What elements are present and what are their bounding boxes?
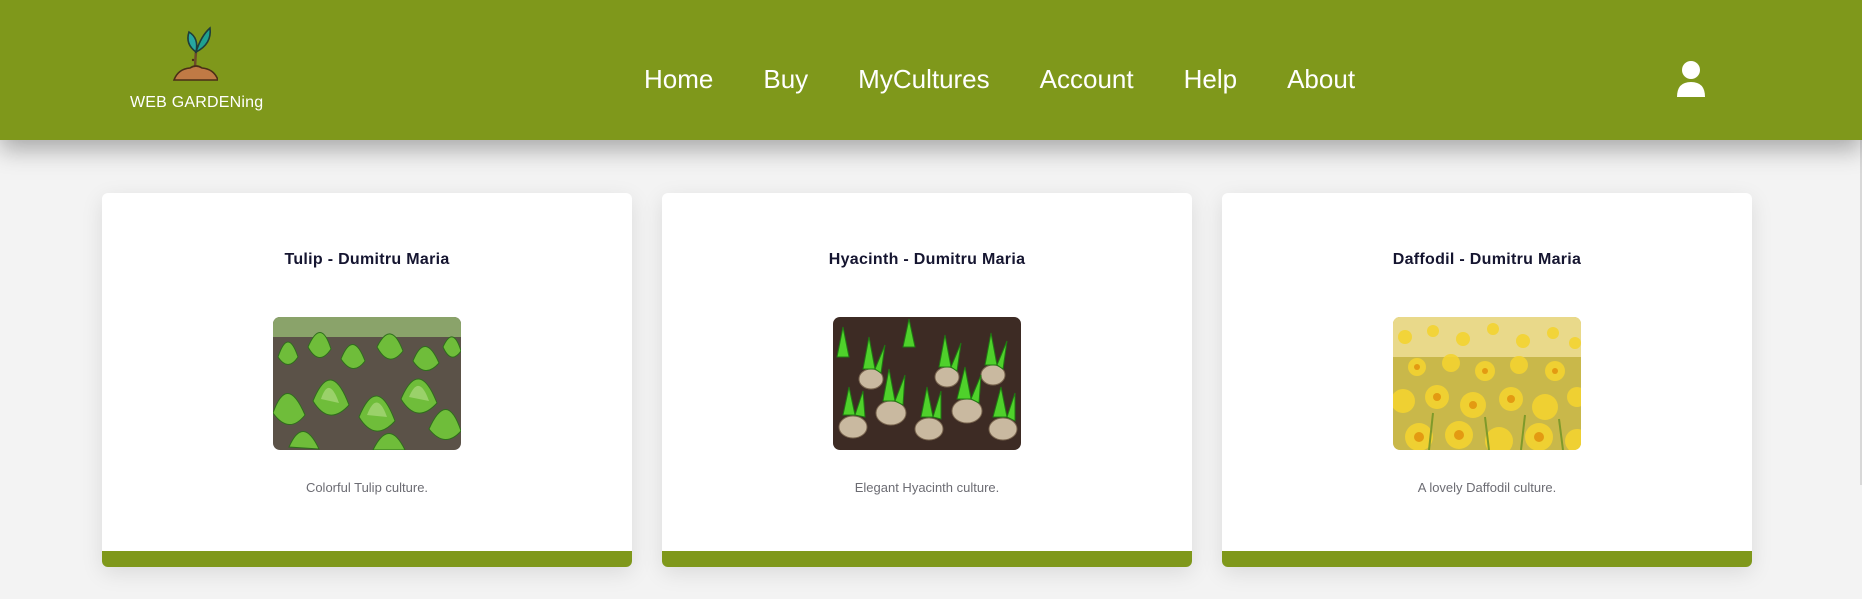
culture-description: Colorful Tulip culture. xyxy=(305,480,429,495)
culture-title: Tulip - Dumitru Maria xyxy=(284,251,450,268)
nav-mycultures[interactable]: MyCultures xyxy=(858,64,989,94)
user-account-button[interactable] xyxy=(1674,60,1708,98)
brand-logo-link[interactable]: WEB GARDENing xyxy=(130,22,264,138)
culture-card-daffodil[interactable]: Daffodil - Dumitru Maria A lovely Daffod… xyxy=(1222,193,1752,567)
culture-description: Elegant Hyacinth culture. xyxy=(854,480,1000,495)
brand-name: WEB GARDENing xyxy=(130,94,264,111)
culture-card-hyacinth[interactable]: Hyacinth - Dumitru Maria Elegant Hyacint… xyxy=(662,193,1192,567)
tulip-field-photo xyxy=(273,317,461,450)
main-nav: Home Buy MyCultures Account Help About xyxy=(644,64,1355,94)
nav-home[interactable]: Home xyxy=(644,64,713,94)
card-accent-bar xyxy=(1222,551,1752,567)
card-accent-bar xyxy=(662,551,1192,567)
culture-description: A lovely Daffodil culture. xyxy=(1417,480,1557,495)
nav-account[interactable]: Account xyxy=(1040,64,1134,94)
culture-title: Hyacinth - Dumitru Maria xyxy=(828,251,1026,268)
daffodil-field-photo xyxy=(1393,317,1581,450)
card-accent-bar xyxy=(102,551,632,567)
nav-help[interactable]: Help xyxy=(1184,64,1237,94)
top-navigation-bar: WEB GARDENing Home Buy MyCultures Accoun… xyxy=(0,0,1862,140)
hyacinth-bulbs-photo xyxy=(833,317,1021,450)
nav-buy[interactable]: Buy xyxy=(763,64,808,94)
sprout-in-soil-icon xyxy=(172,26,218,81)
user-icon xyxy=(1677,61,1705,97)
culture-title: Daffodil - Dumitru Maria xyxy=(1392,251,1582,268)
cultures-grid: Tulip - Dumitru Maria Colorful Tulip cul… xyxy=(102,193,1752,567)
nav-about[interactable]: About xyxy=(1287,64,1355,94)
culture-card-tulip[interactable]: Tulip - Dumitru Maria Colorful Tulip cul… xyxy=(102,193,632,567)
